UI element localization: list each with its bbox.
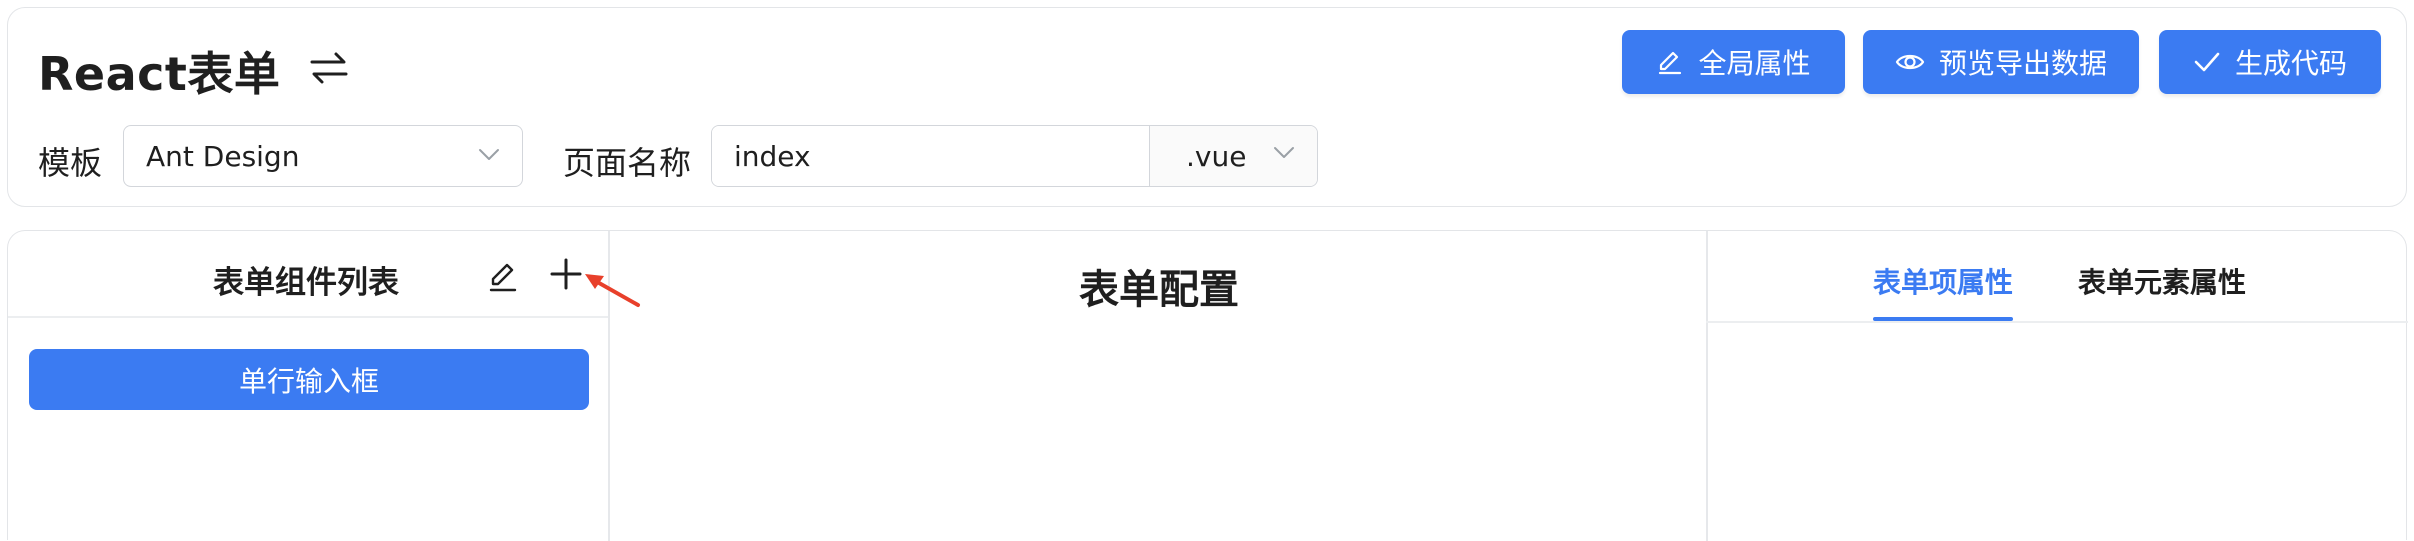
- right-panel-header-divider: [1706, 321, 2408, 323]
- generate-code-label: 生成代码: [2234, 47, 2347, 80]
- template-select-value: Ant Design: [146, 139, 300, 173]
- page-name-label: 页面名称: [563, 144, 692, 182]
- app-title: React表单: [38, 47, 281, 101]
- component-item-text-input[interactable]: 单行输入框: [29, 349, 589, 410]
- right-divider: [1706, 231, 1708, 541]
- chevron-down-icon: [1274, 147, 1294, 158]
- page-name-input-group: .vue: [711, 125, 1318, 187]
- swap-icon[interactable]: [308, 48, 350, 86]
- preview-export-button[interactable]: 预览导出数据: [1863, 30, 2139, 94]
- extension-select-value: .vue: [1186, 139, 1247, 173]
- template-select[interactable]: Ant Design: [123, 125, 523, 187]
- form-config-title: 表单配置: [1079, 267, 1239, 313]
- component-list-title: 表单组件列表: [213, 265, 399, 301]
- tab-form-item-props[interactable]: 表单项属性: [1873, 261, 2013, 301]
- generate-code-button[interactable]: 生成代码: [2159, 30, 2381, 94]
- check-icon: [2194, 52, 2220, 72]
- eye-icon: [1895, 54, 1925, 70]
- header-bar: React表单 全局属性 预览导出数据 生成代码 模板 Ant Design 页…: [7, 7, 2407, 207]
- edit-icon[interactable]: [486, 259, 520, 293]
- page-name-input[interactable]: [712, 126, 1149, 186]
- annotation-arrow-icon: [585, 274, 640, 307]
- workspace: 表单组件列表 单行输入框 表单配置 表单项属性 表单元素属性: [7, 230, 2408, 541]
- global-props-label: 全局属性: [1698, 47, 1811, 80]
- template-label: 模板: [38, 144, 103, 182]
- chevron-down-icon: [479, 149, 499, 160]
- tab-form-element-props[interactable]: 表单元素属性: [2078, 261, 2246, 301]
- edit-icon: [1659, 51, 1682, 75]
- plus-icon[interactable]: [548, 256, 584, 292]
- global-props-button[interactable]: 全局属性: [1622, 30, 1845, 94]
- preview-export-label: 预览导出数据: [1938, 47, 2107, 80]
- component-item-label: 单行输入框: [238, 364, 379, 398]
- left-panel-header-divider: [8, 316, 608, 318]
- extension-select[interactable]: .vue: [1149, 126, 1317, 186]
